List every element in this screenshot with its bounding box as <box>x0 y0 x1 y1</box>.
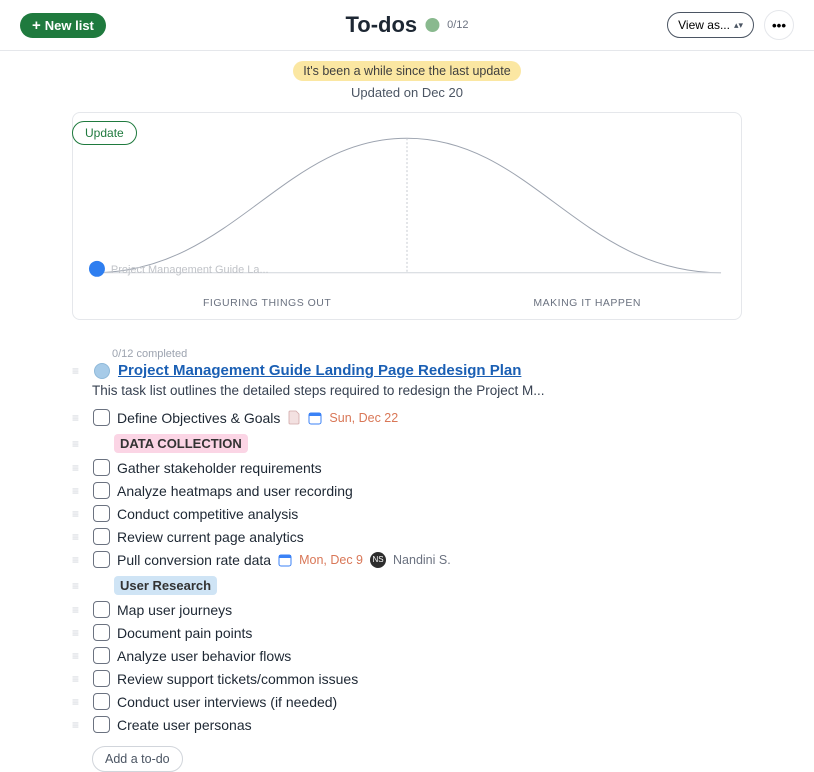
checkbox[interactable] <box>93 505 110 522</box>
task-label: Create user personas <box>117 717 252 733</box>
hill-chart-svg: Project Management Guide La... <box>83 123 731 293</box>
section-heading[interactable]: DATA COLLECTION <box>114 434 248 453</box>
list-title-link[interactable]: Project Management Guide Landing Page Re… <box>118 362 521 379</box>
page-title: To-dos <box>345 12 417 38</box>
drag-handle-icon[interactable]: ≡ <box>72 461 86 475</box>
checkbox[interactable] <box>93 409 110 426</box>
hill-marker-icon <box>89 261 105 277</box>
section-heading[interactable]: User Research <box>114 576 217 595</box>
task-label: Conduct competitive analysis <box>117 506 298 522</box>
drag-handle-icon[interactable]: ≡ <box>72 649 86 663</box>
title-block: To-dos 0/12 <box>345 12 468 38</box>
completed-count: 0/12 completed <box>112 348 712 360</box>
calendar-icon[interactable] <box>308 411 322 425</box>
drag-handle-icon[interactable]: ≡ <box>72 364 86 378</box>
updown-icon: ▴▾ <box>734 20 743 31</box>
view-as-label: View as... <box>678 18 730 32</box>
drag-handle-icon[interactable]: ≡ <box>72 579 86 593</box>
checkbox[interactable] <box>93 551 110 568</box>
plus-icon: + <box>32 18 41 33</box>
checkbox[interactable] <box>93 716 110 733</box>
drag-handle-icon[interactable]: ≡ <box>72 530 86 544</box>
task-label: Analyze heatmaps and user recording <box>117 483 353 499</box>
hill-labels: FIGURING THINGS OUT MAKING IT HAPPEN <box>83 293 731 313</box>
due-date: Sun, Dec 22 <box>329 411 398 425</box>
hill-label-right: MAKING IT HAPPEN <box>533 297 641 309</box>
task-row[interactable]: ≡ Analyze user behavior flows <box>72 644 712 667</box>
task-row[interactable]: ≡ Document pain points <box>72 621 712 644</box>
task-row[interactable]: ≡ Review current page analytics <box>72 525 712 548</box>
list-description: This task list outlines the detailed ste… <box>92 383 712 398</box>
task-label: Document pain points <box>117 625 252 641</box>
drag-handle-icon[interactable]: ≡ <box>72 507 86 521</box>
avatar-icon[interactable]: NS <box>370 552 386 568</box>
hill-marker-label: Project Management Guide La... <box>111 264 269 276</box>
ellipsis-icon: ••• <box>772 18 786 33</box>
checkbox[interactable] <box>93 601 110 618</box>
document-icon[interactable] <box>287 410 301 426</box>
checkbox[interactable] <box>93 528 110 545</box>
checkbox[interactable] <box>93 693 110 710</box>
checkbox[interactable] <box>93 482 110 499</box>
section-row: ≡ User Research <box>72 571 712 598</box>
task-row[interactable]: ≡ Pull conversion rate data Mon, Dec 9 NS Na… <box>72 548 712 571</box>
list-title-row: ≡ Project Management Guide Landing Page … <box>72 362 712 379</box>
task-row[interactable]: ≡ Conduct competitive analysis <box>72 502 712 525</box>
view-as-button[interactable]: View as... ▴▾ <box>667 12 754 38</box>
updated-on-text: Updated on Dec 20 <box>0 85 814 100</box>
hill-label-left: FIGURING THINGS OUT <box>203 297 331 309</box>
task-row[interactable]: ≡ Review support tickets/common issues <box>72 667 712 690</box>
header-right: View as... ▴▾ ••• <box>667 10 794 40</box>
due-date: Mon, Dec 9 <box>299 553 363 567</box>
checkbox[interactable] <box>93 459 110 476</box>
drag-handle-icon[interactable]: ≡ <box>72 437 86 451</box>
task-row[interactable]: ≡ Map user journeys <box>72 598 712 621</box>
drag-handle-icon[interactable]: ≡ <box>72 626 86 640</box>
task-row[interactable]: ≡ Gather stakeholder requirements <box>72 456 712 479</box>
new-list-label: New list <box>45 18 94 33</box>
task-label: Pull conversion rate data <box>117 552 271 568</box>
count-badge: 0/12 <box>447 19 468 31</box>
list-color-dot-icon <box>94 363 110 379</box>
checkbox[interactable] <box>93 647 110 664</box>
task-label: Gather stakeholder requirements <box>117 460 322 476</box>
task-label: Review current page analytics <box>117 529 304 545</box>
calendar-icon[interactable] <box>278 553 292 567</box>
drag-handle-icon[interactable]: ≡ <box>72 718 86 732</box>
status-dot-icon <box>425 18 439 32</box>
task-row[interactable]: ≡ Conduct user interviews (if needed) <box>72 690 712 713</box>
task-label: Analyze user behavior flows <box>117 648 291 664</box>
task-label: Map user journeys <box>117 602 232 618</box>
banner-area: It's been a while since the last update … <box>0 51 814 100</box>
more-menu-button[interactable]: ••• <box>764 10 794 40</box>
task-label: Define Objectives & Goals <box>117 410 280 426</box>
drag-handle-icon[interactable]: ≡ <box>72 553 86 567</box>
task-row[interactable]: ≡ Analyze heatmaps and user recording <box>72 479 712 502</box>
task-label: Conduct user interviews (if needed) <box>117 694 337 710</box>
checkbox[interactable] <box>93 624 110 641</box>
update-button[interactable]: Update <box>72 121 137 145</box>
list-block: 0/12 completed ≡ Project Management Guid… <box>72 348 712 772</box>
drag-handle-icon[interactable]: ≡ <box>72 695 86 709</box>
drag-handle-icon[interactable]: ≡ <box>72 603 86 617</box>
header: + New list To-dos 0/12 View as... ▴▾ ••• <box>0 0 814 51</box>
drag-handle-icon[interactable]: ≡ <box>72 672 86 686</box>
new-list-button[interactable]: + New list <box>20 13 106 38</box>
hill-chart[interactable]: Project Management Guide La... FIGURING … <box>72 112 742 320</box>
add-todo-button[interactable]: Add a to-do <box>92 746 183 772</box>
drag-handle-icon[interactable]: ≡ <box>72 411 86 425</box>
section-row: ≡ DATA COLLECTION <box>72 429 712 456</box>
task-label: Review support tickets/common issues <box>117 671 358 687</box>
assignee-name: Nandini S. <box>393 553 451 567</box>
task-row[interactable]: ≡ Define Objectives & Goals Sun, Dec 22 <box>72 406 712 429</box>
drag-handle-icon[interactable]: ≡ <box>72 484 86 498</box>
checkbox[interactable] <box>93 670 110 687</box>
stale-banner: It's been a while since the last update <box>293 61 520 81</box>
task-row[interactable]: ≡ Create user personas <box>72 713 712 736</box>
